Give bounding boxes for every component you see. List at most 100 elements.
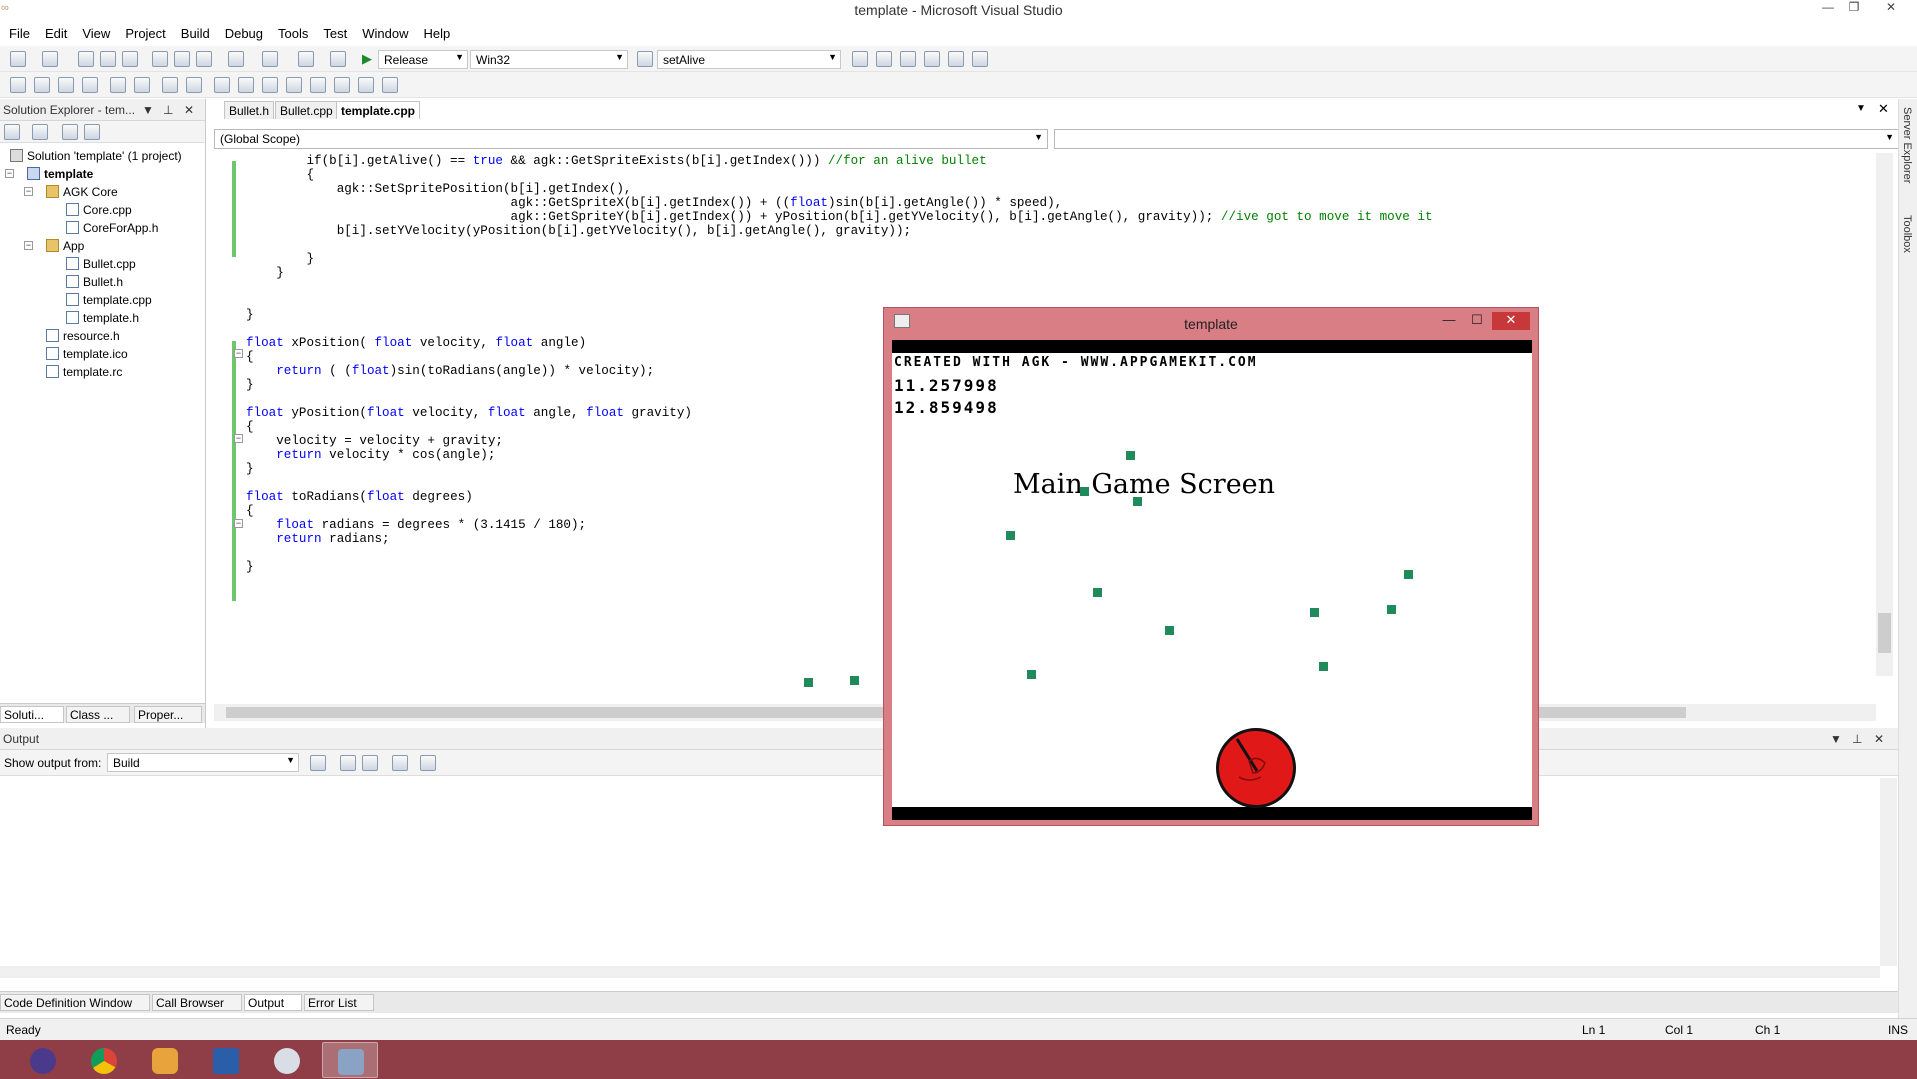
game-canvas[interactable]: CREATED WITH AGK - WWW.APPGAMEKIT.COM 11… xyxy=(892,340,1532,820)
game-maximize-button[interactable]: ☐ xyxy=(1464,312,1490,330)
clear-bookmarks-icon[interactable] xyxy=(382,77,398,93)
collapse-icon[interactable]: − xyxy=(24,241,33,250)
close-button[interactable]: ✕ xyxy=(1880,0,1902,18)
show-all-files-icon[interactable] xyxy=(32,124,48,140)
menu-help[interactable]: Help xyxy=(414,22,456,41)
tab-output[interactable]: Output xyxy=(244,994,302,1011)
tree-item-bullet-cpp[interactable]: Bullet.cpp xyxy=(66,257,136,274)
chevron-down-icon[interactable]: ▼ xyxy=(142,103,154,117)
chevron-down-icon[interactable]: ▼ xyxy=(1856,103,1866,114)
taskbar-paint[interactable] xyxy=(259,1042,315,1078)
clear-all-icon[interactable] xyxy=(392,755,408,771)
complete-word-icon[interactable] xyxy=(82,77,98,93)
decrease-indent-icon[interactable] xyxy=(110,77,126,93)
increase-indent-icon[interactable] xyxy=(134,77,150,93)
taskbar-agk[interactable] xyxy=(322,1042,378,1078)
member-list-icon[interactable] xyxy=(10,77,26,93)
menu-tools[interactable]: Tools xyxy=(269,22,314,41)
server-explorer-tab[interactable]: Server Explorer xyxy=(1901,107,1913,183)
previous-bookmark-doc-icon[interactable] xyxy=(334,77,350,93)
parameter-info-icon[interactable] xyxy=(34,77,50,93)
doc-tab-bullet-h[interactable]: Bullet.h xyxy=(224,101,275,119)
navigate-forward-icon[interactable] xyxy=(330,51,346,67)
taskbar-chrome[interactable] xyxy=(76,1042,132,1078)
copy-icon[interactable] xyxy=(174,51,190,67)
refresh-icon[interactable] xyxy=(62,124,78,140)
close-icon[interactable]: ✕ xyxy=(1878,101,1889,117)
next-bookmark-folder-icon[interactable] xyxy=(310,77,326,93)
restore-button[interactable]: ❐ xyxy=(1843,0,1865,18)
solution-explorer-icon[interactable] xyxy=(852,51,868,67)
tree-item-template-h[interactable]: template.h xyxy=(66,311,139,328)
properties-icon[interactable] xyxy=(876,51,892,67)
taskbar-powershell[interactable] xyxy=(198,1042,254,1078)
previous-message-icon[interactable] xyxy=(340,755,356,771)
chevron-down-icon[interactable]: ▼ xyxy=(1830,732,1842,746)
start-page-icon[interactable] xyxy=(948,51,964,67)
tree-item-project-template[interactable]: template xyxy=(27,167,93,184)
toolbox-tab[interactable]: Toolbox xyxy=(1901,215,1913,253)
properties-icon[interactable] xyxy=(4,124,20,140)
save-all-icon[interactable] xyxy=(122,51,138,67)
tree-item-folder-agk-core[interactable]: AGK Core xyxy=(46,185,118,202)
menu-file[interactable]: File xyxy=(0,22,36,41)
doc-tab-bullet-cpp[interactable]: Bullet.cpp xyxy=(275,101,338,119)
tree-item-resource-h[interactable]: resource.h xyxy=(46,329,120,346)
toolbox-icon[interactable] xyxy=(924,51,940,67)
doc-tab-template-cpp[interactable]: template.cpp xyxy=(336,101,421,119)
close-icon[interactable]: ✕ xyxy=(1874,732,1884,746)
menu-view[interactable]: View xyxy=(73,22,116,41)
output-horizontal-scrollbar[interactable] xyxy=(0,966,1880,978)
toggle-bookmark-icon[interactable] xyxy=(214,77,230,93)
scope-select[interactable]: (Global Scope) ▼ xyxy=(214,129,1048,149)
collapse-icon[interactable]: − xyxy=(234,434,243,443)
class-diagram-icon[interactable] xyxy=(84,124,100,140)
paste-icon[interactable] xyxy=(196,51,212,67)
go-to-message-icon[interactable] xyxy=(310,755,326,771)
open-file-icon[interactable] xyxy=(78,51,94,67)
collapse-icon[interactable]: − xyxy=(234,349,243,358)
menu-test[interactable]: Test xyxy=(314,22,353,41)
close-icon[interactable]: ✕ xyxy=(184,103,194,117)
save-icon[interactable] xyxy=(100,51,116,67)
editor-vertical-scrollbar[interactable] xyxy=(1876,153,1893,676)
other-windows-icon[interactable] xyxy=(972,51,988,67)
word-wrap-icon[interactable] xyxy=(420,755,436,771)
tab-code-definition-window[interactable]: Code Definition Window xyxy=(0,994,150,1011)
quick-info-icon[interactable] xyxy=(58,77,74,93)
collapse-icon[interactable]: − xyxy=(24,187,33,196)
scrollbar-thumb[interactable] xyxy=(1878,613,1891,653)
collapse-icon[interactable]: − xyxy=(234,519,243,528)
tab-property-manager[interactable]: Proper... xyxy=(134,706,202,723)
find-combo[interactable]: setAlive ▼ xyxy=(657,50,841,69)
tab-error-list[interactable]: Error List xyxy=(304,994,374,1011)
tab-call-browser[interactable]: Call Browser xyxy=(152,994,242,1011)
solution-platform-select[interactable]: Win32 ▼ xyxy=(470,50,628,69)
menu-edit[interactable]: Edit xyxy=(36,22,73,41)
cut-icon[interactable] xyxy=(152,51,168,67)
tree-item-solution[interactable]: Solution 'template' (1 project) xyxy=(10,149,182,166)
tab-class-view[interactable]: Class ... xyxy=(66,706,130,723)
menu-debug[interactable]: Debug xyxy=(216,22,269,41)
add-item-icon[interactable] xyxy=(42,51,58,67)
next-bookmark-doc-icon[interactable] xyxy=(358,77,374,93)
next-bookmark-icon[interactable] xyxy=(262,77,278,93)
pin-icon[interactable]: ⊥ xyxy=(163,103,173,117)
game-close-button[interactable]: ✕ xyxy=(1492,312,1530,330)
solution-configuration-select[interactable]: Release ▼ xyxy=(378,50,468,69)
redo-icon[interactable] xyxy=(262,51,278,67)
pin-icon[interactable]: ⊥ xyxy=(1852,732,1862,746)
tab-solution-explorer[interactable]: Soluti... xyxy=(0,706,64,723)
menu-build[interactable]: Build xyxy=(172,22,216,41)
next-message-icon[interactable] xyxy=(362,755,378,771)
new-project-icon[interactable] xyxy=(10,51,26,67)
menu-project[interactable]: Project xyxy=(116,22,171,41)
menu-window[interactable]: Window xyxy=(353,22,414,41)
tree-item-core-cpp[interactable]: Core.cpp xyxy=(66,203,132,220)
tree-item-bullet-h[interactable]: Bullet.h xyxy=(66,275,123,292)
collapse-icon[interactable]: − xyxy=(5,169,14,178)
taskbar-app[interactable] xyxy=(137,1042,193,1078)
undo-icon[interactable] xyxy=(228,51,244,67)
game-minimize-button[interactable]: — xyxy=(1436,312,1462,330)
tree-item-template-cpp[interactable]: template.cpp xyxy=(66,293,152,310)
